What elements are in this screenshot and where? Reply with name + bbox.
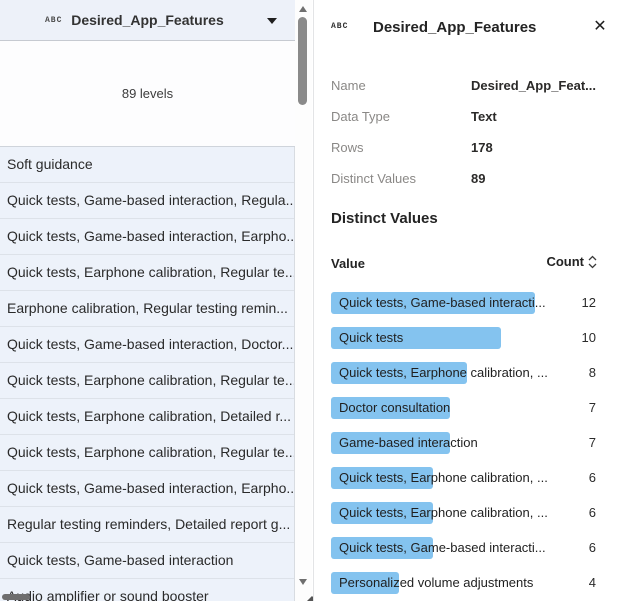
count-column-header-label: Count	[546, 254, 584, 269]
value-list-item[interactable]: Quick tests, Earphone calibration, Regul…	[0, 255, 294, 291]
column-profile-view: ABC Desired_App_Features 89 levels Soft …	[0, 0, 620, 601]
distinct-count: 8	[589, 362, 596, 384]
distinct-value-row[interactable]: Quick tests, Earphone calibration, ... 8	[314, 362, 620, 384]
scroll-down-arrow-icon[interactable]	[299, 579, 307, 585]
column-title: Desired_App_Features	[0, 12, 295, 28]
distinct-value-row[interactable]: Doctor consultation 7	[314, 397, 620, 419]
value-list: Soft guidance Quick tests, Game-based in…	[0, 147, 295, 601]
value-list-item[interactable]: Earphone calibration, Regular testing re…	[0, 291, 294, 327]
property-row: Data Type Text	[314, 109, 620, 127]
property-label: Distinct Values	[331, 171, 416, 186]
distinct-value-row[interactable]: Game-based interaction 7	[314, 432, 620, 454]
value-list-item-label: Quick tests, Earphone calibration, Regul…	[7, 264, 294, 280]
details-panel-title: Desired_App_Features	[373, 19, 536, 36]
property-row: Distinct Values 89	[314, 171, 620, 189]
distinct-count: 4	[589, 572, 596, 594]
property-label: Data Type	[331, 109, 390, 124]
distinct-value-row[interactable]: Quick tests, Earphone calibration, ... 6	[314, 502, 620, 524]
property-row: Rows 178	[314, 140, 620, 158]
value-list-item-label: Quick tests, Game-based interaction, Ear…	[7, 480, 294, 496]
property-row: Name Desired_App_Feat...	[314, 78, 620, 96]
distinct-values-rows: Quick tests, Game-based interacti... 12 …	[314, 292, 620, 601]
value-list-item[interactable]: Quick tests, Game-based interaction, Reg…	[0, 183, 294, 219]
distinct-count: 7	[589, 432, 596, 454]
scroll-up-arrow-icon[interactable]	[299, 6, 307, 12]
value-list-item[interactable]: Quick tests, Earphone calibration, Detai…	[0, 399, 294, 435]
chevron-down-icon[interactable]	[267, 18, 277, 24]
horizontal-scrollbar-thumb[interactable]	[2, 594, 30, 600]
distinct-value-label: Personalized volume adjustments	[339, 572, 533, 594]
distinct-value-label: Quick tests	[339, 327, 403, 349]
distinct-value-label: Quick tests, Game-based interacti...	[339, 537, 546, 559]
value-list-item-label: Soft guidance	[7, 156, 93, 172]
sort-icon	[588, 255, 597, 269]
value-list-item-label: Quick tests, Game-based interaction, Ear…	[7, 228, 294, 244]
value-list-item[interactable]: Soft guidance	[0, 147, 294, 183]
vertical-scrollbar[interactable]	[295, 0, 312, 601]
distinct-values-heading: Distinct Values	[331, 210, 438, 227]
value-list-item[interactable]: Quick tests, Game-based interaction, Ear…	[0, 219, 294, 255]
levels-summary-text: 89 levels	[0, 86, 295, 101]
distinct-value-row[interactable]: Personalized volume adjustments 4	[314, 572, 620, 594]
column-header[interactable]: ABC Desired_App_Features	[0, 0, 295, 41]
value-list-item-label: Quick tests, Game-based interaction, Doc…	[7, 336, 293, 352]
vertical-scrollbar-thumb[interactable]	[298, 17, 307, 105]
close-icon[interactable]: ✕	[589, 16, 611, 38]
distinct-value-label: Game-based interaction	[339, 432, 478, 454]
levels-summary: 89 levels	[0, 41, 295, 147]
value-list-item-label: Quick tests, Game-based interaction, Reg…	[7, 192, 294, 208]
property-label: Name	[331, 78, 366, 93]
property-value: 89	[471, 171, 485, 186]
distinct-value-label: Quick tests, Earphone calibration, ...	[339, 502, 548, 524]
distinct-count: 6	[589, 502, 596, 524]
distinct-value-label: Quick tests, Earphone calibration, ...	[339, 362, 548, 384]
value-column-header[interactable]: Value	[331, 256, 365, 271]
distinct-value-row[interactable]: Quick tests, Earphone calibration, ... 6	[314, 467, 620, 489]
count-column-header[interactable]: Count	[546, 254, 597, 269]
value-list-item[interactable]: Quick tests, Game-based interaction, Doc…	[0, 327, 294, 363]
distinct-count: 6	[589, 537, 596, 559]
property-label: Rows	[331, 140, 364, 155]
text-type-icon: ABC	[331, 22, 348, 31]
distinct-value-row[interactable]: Quick tests 10	[314, 327, 620, 349]
distinct-value-label: Quick tests, Game-based interacti...	[339, 292, 546, 314]
value-list-item[interactable]: Quick tests, Earphone calibration, Regul…	[0, 363, 294, 399]
column-details-panel: ABC Desired_App_Features ✕ Name Desired_…	[313, 0, 620, 601]
value-list-item[interactable]: Quick tests, Game-based interaction	[0, 543, 294, 579]
value-list-item-label: Regular testing reminders, Detailed repo…	[7, 516, 290, 532]
property-value: Desired_App_Feat...	[471, 78, 596, 93]
distinct-count: 7	[589, 397, 596, 419]
distinct-value-label: Doctor consultation	[339, 397, 450, 419]
value-list-item-label: Quick tests, Game-based interaction	[7, 552, 233, 568]
value-list-item-label: Quick tests, Earphone calibration, Regul…	[7, 372, 294, 388]
distinct-count: 10	[582, 327, 596, 349]
value-list-item-label: Quick tests, Earphone calibration, Regul…	[7, 444, 294, 460]
value-list-item-label: Quick tests, Earphone calibration, Detai…	[7, 408, 291, 424]
value-list-item[interactable]: Regular testing reminders, Detailed repo…	[0, 507, 294, 543]
property-value: Text	[471, 109, 497, 124]
distinct-count: 6	[589, 467, 596, 489]
value-list-item[interactable]: Quick tests, Earphone calibration, Regul…	[0, 435, 294, 471]
property-value: 178	[471, 140, 493, 155]
distinct-value-row[interactable]: Quick tests, Game-based interacti... 6	[314, 537, 620, 559]
value-list-item[interactable]: Audio amplifier or sound booster	[0, 579, 294, 601]
value-list-item[interactable]: Quick tests, Game-based interaction, Ear…	[0, 471, 294, 507]
distinct-count: 12	[582, 292, 596, 314]
distinct-value-label: Quick tests, Earphone calibration, ...	[339, 467, 548, 489]
value-list-item-label: Earphone calibration, Regular testing re…	[7, 300, 288, 316]
value-list-item-label: Audio amplifier or sound booster	[7, 588, 209, 601]
distinct-value-row[interactable]: Quick tests, Game-based interacti... 12	[314, 292, 620, 314]
